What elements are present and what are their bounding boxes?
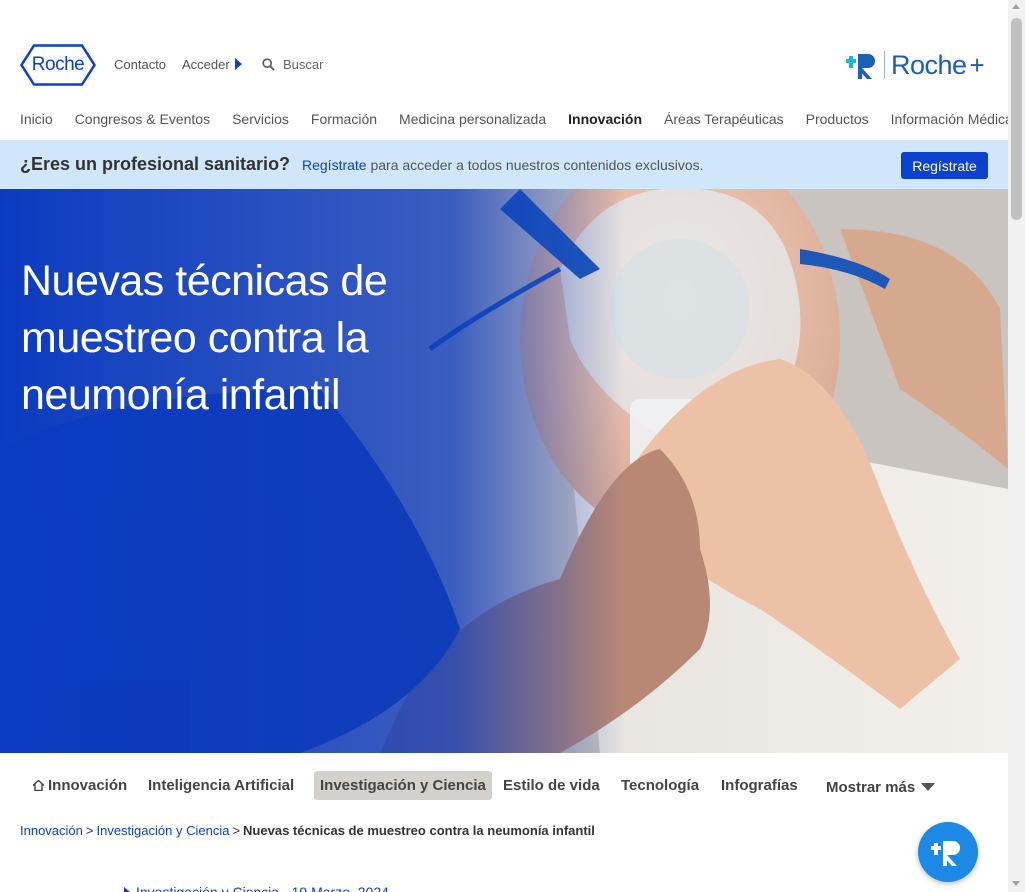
breadcrumb: Innovación > Investigación y Ciencia > Nueva…	[20, 823, 595, 838]
banner-text: Regístrate para acceder a todos nuestros…	[302, 157, 704, 173]
banner-question: ¿Eres un profesional sanitario?	[20, 154, 291, 174]
search-input[interactable]	[283, 57, 393, 72]
meta-separator: -	[279, 884, 292, 892]
roche-plus-floating-button[interactable]	[918, 822, 978, 882]
nav-item-innovacion[interactable]: Innovación	[568, 111, 642, 127]
roche-plus-r-icon	[846, 54, 875, 79]
main-nav: Inicio Congresos & Eventos Servicios For…	[20, 111, 1025, 127]
subnav-item-innovacion[interactable]: Innovación	[27, 771, 133, 800]
section-subnav: Innovación Inteligencia Artificial Inves…	[0, 753, 1008, 813]
scroll-down-arrow-icon[interactable]	[1012, 881, 1020, 886]
subnav-item-tecnologia[interactable]: Tecnología	[615, 771, 705, 800]
logo-text: Roche	[31, 54, 85, 75]
scroll-up-arrow-icon[interactable]	[1012, 4, 1020, 9]
access-label: Acceder	[182, 57, 230, 72]
banner-register-link[interactable]: Regístrate	[302, 157, 367, 173]
register-banner: ¿Eres un profesional sanitario? Regístra…	[0, 140, 1008, 189]
article-meta: Investigación y Ciencia - 19 Marzo, 2024	[124, 884, 389, 892]
vertical-scrollbar[interactable]	[1008, 0, 1025, 892]
triangle-right-icon	[234, 58, 242, 70]
nav-item-congresos[interactable]: Congresos & Eventos	[75, 111, 210, 127]
nav-item-productos[interactable]: Productos	[806, 111, 869, 127]
breadcrumb-separator: >	[85, 823, 94, 838]
nav-item-areas-terapeuticas[interactable]: Áreas Terapéuticas	[664, 111, 784, 127]
breadcrumb-separator: >	[232, 823, 241, 838]
roche-plus-text: Roche	[891, 49, 967, 80]
breadcrumb-item-innovacion[interactable]: Innovación	[20, 823, 83, 838]
hero-title: Nuevas técnicas de muestreo contra la ne…	[21, 257, 388, 419]
roche-plus-symbol: +	[969, 49, 985, 80]
nav-item-servicios[interactable]: Servicios	[232, 111, 289, 127]
subnav-item-inteligencia-artificial[interactable]: Inteligencia Artificial	[142, 771, 300, 800]
register-button[interactable]: Regístrate	[901, 152, 988, 179]
breadcrumb-current: Nuevas técnicas de muestreo contra la ne…	[243, 823, 595, 838]
search-icon[interactable]	[262, 58, 275, 71]
scrollbar-thumb[interactable]	[1011, 18, 1022, 220]
nav-item-medicina-personalizada[interactable]: Medicina personalizada	[399, 111, 546, 127]
article-category-link[interactable]: Investigación y Ciencia	[136, 884, 279, 892]
breadcrumb-item-investigacion[interactable]: Investigación y Ciencia	[96, 823, 229, 838]
subnav-item-infografias[interactable]: Infografías	[715, 771, 804, 800]
roche-plus-logo[interactable]: Roche +	[846, 48, 985, 82]
subnav-item-investigacion-ciencia[interactable]: Investigación y Ciencia	[314, 771, 492, 800]
search-box	[262, 57, 393, 72]
roche-plus-r-icon	[931, 841, 960, 866]
triangle-right-icon	[124, 887, 130, 892]
hero-section: Nuevas técnicas de muestreo contra la ne…	[0, 189, 1008, 753]
nav-item-formacion[interactable]: Formación	[311, 111, 377, 127]
access-link[interactable]: Acceder	[182, 57, 242, 72]
nav-item-inicio[interactable]: Inicio	[20, 111, 53, 127]
roche-plus-divider	[884, 51, 885, 79]
site-header: Roche Contacto Acceder Roche + Inicio Co…	[0, 0, 1013, 140]
show-more-label: Mostrar más	[826, 779, 916, 796]
subnav-item-estilo-de-vida[interactable]: Estilo de vida	[497, 771, 606, 800]
banner-description: para acceder a todos nuestros contenidos…	[366, 157, 704, 173]
contact-link[interactable]: Contacto	[114, 57, 166, 72]
nav-item-informacion-medica[interactable]: Información Médica	[891, 111, 1013, 127]
roche-logo[interactable]: Roche	[20, 44, 96, 86]
caret-down-icon	[921, 783, 936, 791]
subnav-show-more[interactable]: Mostrar más	[820, 773, 941, 802]
subnav-label: Innovación	[48, 777, 128, 794]
article-date: 19 Marzo, 2024	[291, 884, 389, 892]
home-icon	[33, 780, 44, 791]
